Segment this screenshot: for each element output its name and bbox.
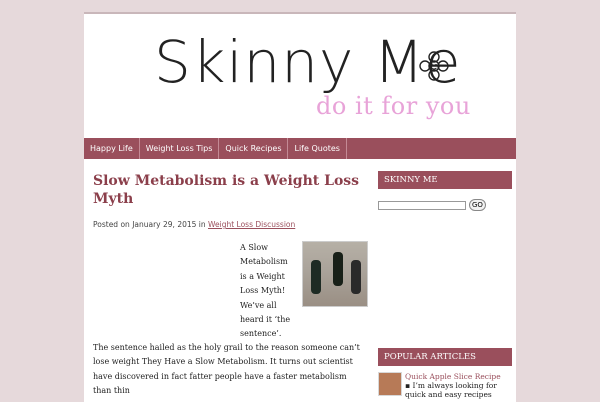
site-header: Skinny Me do it for you	[84, 14, 516, 138]
search-form: GO	[378, 199, 512, 211]
post-paragraph: The sentence hailed as the holy grail to…	[93, 343, 360, 396]
flower-icon	[418, 50, 450, 82]
popular-articles-title: POPULAR ARTICLES	[378, 348, 512, 366]
popular-item-excerpt: I’m always looking for quick and easy re…	[405, 381, 497, 399]
nav-item-quick-recipes[interactable]: Quick Recipes	[219, 138, 289, 159]
runner-photo	[302, 241, 368, 307]
popular-item[interactable]: Quick Apple Slice Recipe ▪ I’m always lo…	[378, 372, 512, 399]
nav-item-weight-loss-tips[interactable]: Weight Loss Tips	[140, 138, 220, 159]
page-wrapper: Skinny Me do it for you Happy Life Weigh…	[84, 12, 516, 402]
post-meta: Posted on January 29, 2015 in Weight Los…	[93, 220, 375, 229]
popular-item-bullet: ▪	[405, 381, 411, 390]
post-category-link[interactable]: Weight Loss Discussion	[208, 220, 295, 229]
post-date: January 29, 2015	[132, 220, 197, 229]
post-content: Slow Metabolism is a Weight Loss Myth Po…	[93, 172, 375, 395]
site-tagline: do it for you	[316, 92, 471, 120]
search-go-button[interactable]: GO	[469, 199, 486, 211]
popular-item-text: Quick Apple Slice Recipe ▪ I’m always lo…	[405, 372, 512, 399]
sidebar: SKINNY ME GO POPULAR ARTICLES Quick Appl…	[378, 171, 512, 399]
nav-item-life-quotes[interactable]: Life Quotes	[288, 138, 347, 159]
search-input[interactable]	[378, 200, 466, 210]
meta-in: in	[198, 220, 206, 229]
main-nav: Happy Life Weight Loss Tips Quick Recipe…	[84, 138, 516, 159]
meta-prefix: Posted on	[93, 220, 130, 229]
popular-item-link[interactable]: Quick Apple Slice Recipe	[405, 372, 501, 381]
nav-item-happy-life[interactable]: Happy Life	[84, 138, 140, 159]
post-intro-text: A Slow Metabolism is a Weight Loss Myth!…	[240, 243, 291, 339]
popular-articles: POPULAR ARTICLES Quick Apple Slice Recip…	[378, 348, 512, 399]
popular-item-thumb	[378, 372, 402, 396]
site-title[interactable]: Skinny Me	[154, 28, 462, 96]
sidebar-widget-title: SKINNY ME	[378, 171, 512, 189]
post-title[interactable]: Slow Metabolism is a Weight Loss Myth	[93, 172, 375, 208]
